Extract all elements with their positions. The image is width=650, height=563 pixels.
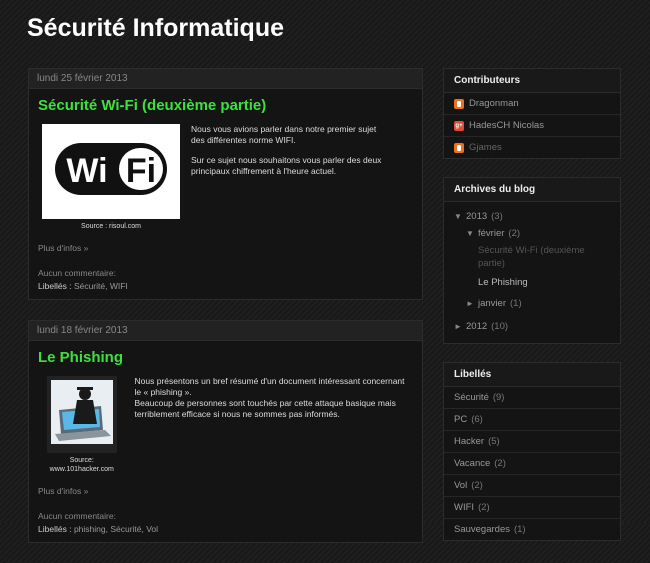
hacker-laptop-image[interactable]	[46, 376, 117, 453]
label-name[interactable]: PC	[454, 414, 467, 425]
post-labels[interactable]: Sécurité, WIFI	[74, 281, 128, 291]
archive-post-link[interactable]: Sécurité Wi-Fi (deuxième partie)	[454, 242, 610, 274]
contributors-widget: Contributeurs Dragonman g+ HadesCH Nicol…	[443, 68, 621, 159]
contributor-item[interactable]: Gjames	[444, 137, 620, 158]
google-plus-icon: g+	[454, 120, 464, 131]
post-image-block: Wi Fi Source : risoul.com	[41, 124, 181, 231]
label-name[interactable]: Vol	[454, 480, 467, 491]
sidebar: Contributeurs Dragonman g+ HadesCH Nicol…	[443, 68, 621, 559]
label-count: (9)	[492, 392, 505, 403]
widget-title: Libellés	[444, 363, 620, 387]
post-title[interactable]: Le Phishing	[38, 349, 413, 366]
archive-year-label[interactable]: 2013	[466, 210, 487, 223]
label-item[interactable]: Vol (2)	[444, 475, 620, 497]
label-count: (2)	[471, 480, 483, 491]
label-item[interactable]: Hacker (5)	[444, 431, 620, 453]
read-more-link[interactable]: Plus d'infos »	[38, 243, 413, 253]
toggle-collapsed-icon[interactable]: ►	[466, 297, 478, 310]
archive-year-2012[interactable]: ► 2012 (10)	[454, 312, 610, 335]
contributor-item[interactable]: Dragonman	[444, 93, 620, 115]
contributor-name[interactable]: HadesCH Nicolas	[469, 120, 544, 131]
label-item[interactable]: PC (6)	[444, 409, 620, 431]
post-title[interactable]: Sécurité Wi-Fi (deuxième partie)	[38, 97, 413, 114]
svg-text:Wi: Wi	[66, 152, 107, 190]
post-date: lundi 25 février 2013	[29, 69, 422, 89]
label-name[interactable]: WIFI	[454, 502, 474, 513]
label-item[interactable]: WIFI (2)	[444, 497, 620, 519]
label-item[interactable]: Sécurité (9)	[444, 387, 620, 409]
labels-widget: Libellés Sécurité (9) PC (6) Hacker (5) Vac…	[443, 362, 621, 541]
archive-year-label[interactable]: 2012	[466, 320, 487, 333]
widget-title: Archives du blog	[444, 178, 620, 202]
blogger-icon	[454, 142, 464, 153]
archive-count: (1)	[510, 298, 522, 309]
main-column: lundi 25 février 2013 Sécurité Wi-Fi (de…	[28, 68, 423, 563]
label-count: (2)	[494, 458, 506, 469]
blogger-icon	[454, 98, 464, 109]
contributor-name[interactable]: Gjames	[469, 142, 502, 153]
label-item[interactable]: Sauvegardes (1)	[444, 519, 620, 540]
archive-year-2013[interactable]: ▼ 2013 (3)	[454, 208, 610, 225]
blog-title[interactable]: Sécurité Informatique	[27, 14, 284, 43]
svg-text:Fi: Fi	[126, 152, 156, 190]
post-excerpt: Nous vous avions parler dans notre premi…	[191, 124, 391, 231]
archive-post-link[interactable]: Le Phishing	[454, 274, 610, 295]
post-date: lundi 18 février 2013	[29, 321, 422, 341]
toggle-collapsed-icon[interactable]: ►	[454, 320, 466, 333]
post-paragraph: Nous présentons un bref résumé d'un docu…	[134, 376, 405, 397]
read-more-link[interactable]: Plus d'infos »	[38, 486, 413, 496]
label-name[interactable]: Hacker	[454, 436, 484, 447]
archive-month-feb[interactable]: ▼ février (2)	[454, 225, 610, 242]
post-image-block: Source: www.101hacker.com	[38, 376, 126, 474]
post-paragraph: Sur ce sujet nous souhaitons vous parler…	[191, 155, 382, 176]
post-excerpt: Nous présentons un bref résumé d'un docu…	[135, 376, 413, 474]
comments-link[interactable]: Aucun commentaire:	[38, 510, 413, 523]
post-labels[interactable]: phishing, Sécurité, Vol	[74, 524, 158, 534]
label-name[interactable]: Sauvegardes	[454, 524, 510, 535]
post-footer: Aucun commentaire: Libellés : phishing, …	[38, 510, 413, 536]
archive-count: (10)	[491, 321, 509, 332]
post: lundi 18 février 2013 Le Phishing Source…	[28, 320, 423, 543]
post-paragraph: Nous vous avions parler dans notre premi…	[191, 124, 377, 145]
archive-month-label[interactable]: février	[478, 227, 504, 240]
archive-count: (2)	[508, 228, 521, 239]
label-count: (1)	[513, 524, 526, 535]
comments-link[interactable]: Aucun commentaire:	[38, 267, 413, 280]
archive-count: (3)	[491, 211, 503, 222]
archives-widget: Archives du blog ▼ 2013 (3) ▼ février (2…	[443, 177, 621, 344]
label-count: (5)	[488, 436, 500, 447]
wifi-logo-image[interactable]: Wi Fi	[42, 124, 180, 219]
label-count: (6)	[471, 414, 483, 425]
post: lundi 25 février 2013 Sécurité Wi-Fi (de…	[28, 68, 423, 300]
toggle-expanded-icon[interactable]: ▼	[466, 227, 478, 240]
archive-month-label[interactable]: janvier	[478, 297, 506, 310]
post-paragraph: Beaucoup de personnes sont touchés par c…	[134, 398, 396, 419]
labels-prefix: Libellés :	[38, 524, 72, 534]
labels-prefix: Libellés :	[38, 281, 72, 291]
toggle-expanded-icon[interactable]: ▼	[454, 210, 466, 223]
label-count: (2)	[478, 502, 490, 513]
contributor-item[interactable]: g+ HadesCH Nicolas	[444, 115, 620, 137]
label-name[interactable]: Vacance	[454, 458, 490, 469]
widget-title: Contributeurs	[444, 69, 620, 93]
image-caption: Source : risoul.com	[81, 223, 141, 230]
contributor-name[interactable]: Dragonman	[469, 98, 519, 109]
label-item[interactable]: Vacance (2)	[444, 453, 620, 475]
image-caption: Source: www.101hacker.com	[49, 457, 114, 473]
archive-month-jan[interactable]: ► janvier (1)	[454, 295, 610, 312]
label-name[interactable]: Sécurité	[454, 392, 489, 403]
post-footer: Aucun commentaire: Libellés : Sécurité, …	[38, 267, 413, 293]
